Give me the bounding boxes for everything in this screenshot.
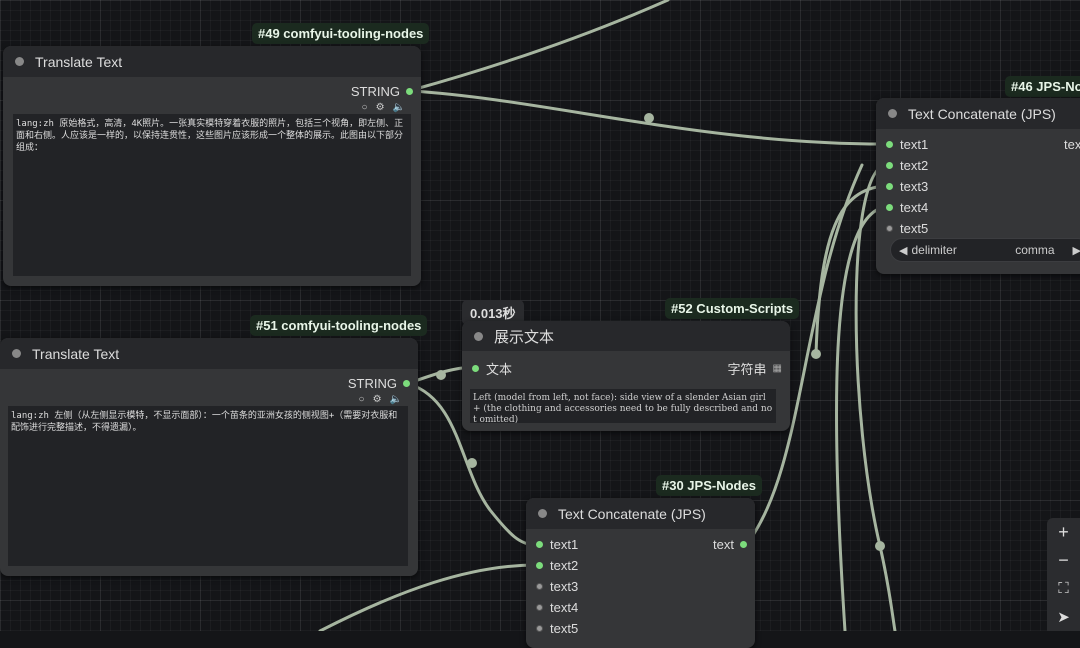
input-slot-text2[interactable]: text2 — [536, 558, 578, 573]
output-label: 字符串 — [727, 362, 767, 377]
node-badge: #51 comfyui-tooling-nodes — [250, 315, 428, 336]
collapse-dot-icon[interactable] — [12, 349, 21, 358]
input-label: text1 — [900, 137, 929, 152]
collapse-dot-icon[interactable] — [474, 331, 483, 341]
text-concatenate-node-46[interactable]: Text Concatenate (JPS) text1 text2 text3… — [876, 98, 1080, 274]
input-connector[interactable] — [886, 183, 893, 190]
output-connector[interactable] — [740, 541, 747, 548]
node-title-bar[interactable]: Text Concatenate (JPS) — [876, 98, 1080, 129]
output-label: text — [1064, 137, 1080, 152]
output-label: text — [713, 537, 734, 552]
widget-toggles: ○ ⚙ 🔈 — [359, 394, 402, 405]
minus-icon[interactable]: − — [1047, 546, 1080, 574]
plus-icon[interactable]: + — [1047, 518, 1080, 546]
input-connector[interactable] — [886, 141, 893, 148]
node-title: 展示文本 — [494, 328, 555, 346]
collapse-dot-icon[interactable] — [538, 509, 547, 518]
arrow-left-icon[interactable]: ◀ — [899, 244, 907, 257]
arrow-right-icon[interactable]: ▶ — [1073, 244, 1080, 257]
node-title-bar[interactable]: Translate Text — [0, 338, 418, 369]
node-title: Translate Text — [35, 53, 123, 70]
node-title-bar[interactable]: 展示文本 — [462, 321, 790, 351]
input-label: text5 — [550, 621, 579, 636]
show-text-node-52[interactable]: 展示文本 文本 字符串 ▦ Left (model from left, not… — [462, 321, 790, 431]
input-connector[interactable] — [886, 225, 893, 232]
grid-icon[interactable]: ▦ — [773, 363, 782, 374]
input-connector[interactable] — [886, 204, 893, 211]
output-slot-string[interactable]: STRING — [348, 376, 410, 391]
collapse-dot-icon[interactable] — [888, 109, 897, 118]
input-connector[interactable] — [886, 162, 893, 169]
input-slot-text4[interactable]: text4 — [536, 600, 578, 615]
collapse-dot-icon[interactable] — [15, 57, 24, 66]
node-title: Text Concatenate (JPS) — [908, 105, 1056, 122]
input-label: text3 — [900, 179, 929, 194]
output-label: STRING — [347, 376, 397, 391]
input-connector[interactable] — [536, 541, 543, 548]
input-label: text2 — [550, 558, 579, 573]
input-slot-text2[interactable]: text2 — [886, 158, 928, 173]
input-slot-text[interactable]: 文本 — [472, 359, 512, 378]
output-connector[interactable] — [403, 380, 410, 387]
widget-toggles: ○ ⚙ 🔈 — [362, 102, 405, 113]
input-slot-text1[interactable]: text1 — [886, 137, 928, 152]
input-label: text5 — [900, 221, 929, 236]
node-badge: #52 Custom-Scripts — [665, 298, 800, 319]
output-connector[interactable] — [406, 88, 413, 95]
input-connector[interactable] — [536, 604, 543, 611]
reroute-dot — [811, 349, 821, 359]
delimiter-combo[interactable]: ◀ delimiter comma ▶ — [890, 238, 1080, 262]
text-input-area[interactable]: lang:zh 左侧（从左侧显示模特，不显示面部）：一个苗条的亚洲女孩的侧视图+… — [8, 406, 408, 566]
gear-icon[interactable]: ⚙ — [376, 102, 385, 113]
node-title-bar[interactable]: Text Concatenate (JPS) — [526, 498, 755, 529]
canvas-zoom-controls: + − ⛶ ➤ — [1047, 518, 1080, 631]
reroute-dot — [436, 370, 446, 380]
output-slot-text[interactable]: text — [713, 537, 747, 552]
widget-label: delimiter — [911, 243, 957, 257]
input-slot-text1[interactable]: text1 — [536, 537, 578, 552]
input-label: text1 — [550, 537, 579, 552]
output-slot-string[interactable]: 字符串 ▦ — [728, 359, 782, 378]
node-badge: #46 JPS-Nodes — [1005, 76, 1080, 97]
input-slot-text4[interactable]: text4 — [886, 200, 928, 215]
locate-icon[interactable]: ➤ — [1047, 603, 1080, 631]
input-slot-text5[interactable]: text5 — [886, 221, 928, 236]
circle-icon[interactable]: ○ — [362, 102, 368, 113]
input-label: text4 — [550, 600, 579, 615]
circle-icon[interactable]: ○ — [359, 394, 365, 405]
speaker-icon[interactable]: 🔈 — [393, 102, 405, 113]
output-label: STRING — [350, 84, 400, 99]
fit-view-icon[interactable]: ⛶ — [1047, 575, 1080, 603]
input-connector[interactable] — [536, 583, 543, 590]
input-slot-text3[interactable]: text3 — [886, 179, 928, 194]
output-slot-string[interactable]: STRING — [351, 84, 413, 99]
reroute-dot — [875, 541, 885, 551]
input-label: 文本 — [486, 362, 513, 377]
input-label: text2 — [900, 158, 929, 173]
wire-top — [410, 0, 670, 92]
node-title: Translate Text — [32, 345, 120, 362]
gear-icon[interactable]: ⚙ — [373, 394, 382, 405]
input-label: text3 — [550, 579, 579, 594]
node-badge: #49 comfyui-tooling-nodes — [252, 23, 430, 44]
displayed-text: Left (model from left, not face): side v… — [470, 389, 776, 423]
reroute-dot — [467, 458, 477, 468]
input-slot-text5[interactable]: text5 — [536, 621, 578, 636]
input-label: text4 — [900, 200, 929, 215]
input-connector[interactable] — [472, 365, 479, 372]
text-input-area[interactable]: lang:zh 原始格式，高清，4K照片。一张真实模特穿着衣服的照片，包括三个视… — [13, 114, 411, 276]
node-title-bar[interactable]: Translate Text — [3, 46, 421, 77]
node-badge: #30 JPS-Nodes — [656, 475, 762, 496]
node-title: Text Concatenate (JPS) — [558, 505, 706, 522]
input-connector[interactable] — [536, 562, 543, 569]
translate-text-node-49[interactable]: Translate Text STRING ○ ⚙ 🔈 lang:zh 原始格式… — [3, 46, 421, 286]
reroute-dot — [644, 113, 654, 123]
translate-text-node-51[interactable]: Translate Text STRING ○ ⚙ 🔈 lang:zh 左侧（从… — [0, 338, 418, 576]
widget-value: comma — [1015, 243, 1055, 257]
speaker-icon[interactable]: 🔈 — [390, 394, 402, 405]
input-slot-text3[interactable]: text3 — [536, 579, 578, 594]
text-concatenate-node-30[interactable]: Text Concatenate (JPS) text1 text2 text3… — [526, 498, 755, 648]
